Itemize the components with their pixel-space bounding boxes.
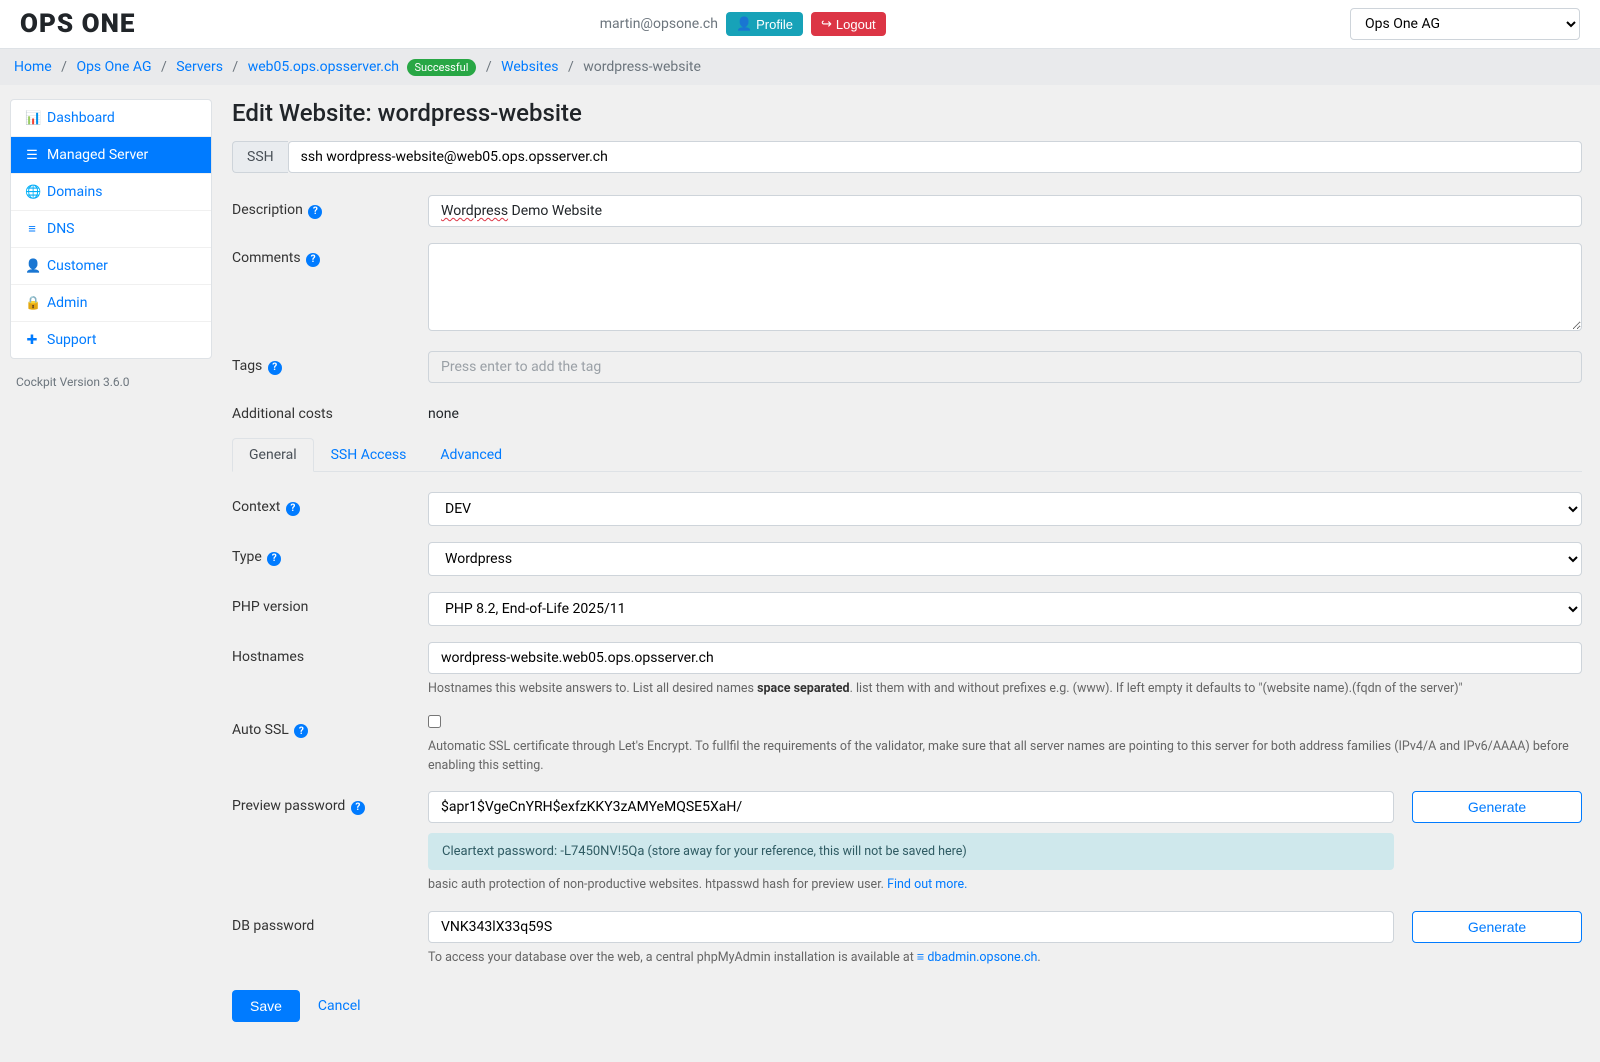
- type-select[interactable]: Wordpress: [428, 542, 1582, 576]
- db-password-input[interactable]: [428, 911, 1394, 943]
- context-select[interactable]: DEV: [428, 492, 1582, 526]
- label-preview-password: Preview password: [232, 798, 345, 814]
- label-auto-ssl: Auto SSL: [232, 722, 289, 738]
- generate-preview-button[interactable]: Generate: [1412, 791, 1582, 823]
- sidebar-item-label: Managed Server: [47, 147, 148, 163]
- help-icon[interactable]: ?: [306, 253, 320, 267]
- breadcrumb-current: wordpress-website: [583, 59, 701, 75]
- sidebar-item-customer[interactable]: 👤 Customer: [11, 248, 211, 285]
- tab-general[interactable]: General: [232, 438, 314, 472]
- breadcrumb-servers[interactable]: Servers: [176, 59, 223, 75]
- profile-label: Profile: [756, 17, 793, 32]
- save-button[interactable]: Save: [232, 990, 300, 1022]
- server-icon: ☰: [25, 148, 39, 163]
- label-php-version: PHP version: [232, 599, 308, 615]
- org-select[interactable]: Ops One AG: [1350, 8, 1580, 40]
- sidebar-item-label: Dashboard: [47, 110, 115, 126]
- additional-costs-value: none: [428, 406, 459, 422]
- profile-button[interactable]: 👤 Profile: [726, 12, 803, 36]
- preview-hint: basic auth protection of non-productive …: [428, 876, 1582, 895]
- logout-label: Logout: [836, 17, 876, 32]
- breadcrumb: Home / Ops One AG / Servers / web05.ops.…: [0, 49, 1600, 85]
- label-tags: Tags: [232, 358, 262, 374]
- breadcrumb-home[interactable]: Home: [14, 59, 52, 75]
- cancel-link[interactable]: Cancel: [318, 998, 361, 1014]
- tags-input[interactable]: [428, 351, 1582, 383]
- help-icon[interactable]: ?: [268, 361, 282, 375]
- sidebar-item-label: Admin: [47, 295, 87, 311]
- status-badge: Successful: [407, 59, 477, 76]
- generate-db-button[interactable]: Generate: [1412, 911, 1582, 943]
- help-icon[interactable]: ?: [351, 801, 365, 815]
- description-input[interactable]: [428, 195, 1582, 227]
- version-text: Cockpit Version 3.6.0: [10, 359, 212, 405]
- sidebar-item-domains[interactable]: 🌐 Domains: [11, 174, 211, 211]
- ssh-input[interactable]: [288, 141, 1582, 173]
- preview-password-input[interactable]: [428, 791, 1394, 823]
- sidebar-item-label: Domains: [47, 184, 102, 200]
- sidebar-item-support[interactable]: ✚ Support: [11, 322, 211, 358]
- sidebar-item-label: Support: [47, 332, 96, 348]
- label-comments: Comments: [232, 250, 301, 266]
- php-version-select[interactable]: PHP 8.2, End-of-Life 2025/11: [428, 592, 1582, 626]
- header: OPS ONE martin@opsone.ch 👤 Profile ↪ Log…: [0, 0, 1600, 49]
- label-db-password: DB password: [232, 918, 314, 934]
- person-icon: 👤: [25, 259, 39, 274]
- breadcrumb-websites[interactable]: Websites: [501, 59, 558, 75]
- sidebar-item-dashboard[interactable]: 📊 Dashboard: [11, 100, 211, 137]
- tab-ssh-access[interactable]: SSH Access: [314, 438, 424, 472]
- label-description: Description: [232, 202, 303, 218]
- tab-advanced[interactable]: Advanced: [423, 438, 519, 472]
- auto-ssl-checkbox[interactable]: [428, 715, 441, 728]
- help-icon[interactable]: ?: [286, 502, 300, 516]
- find-out-more-link[interactable]: Find out more.: [887, 877, 967, 892]
- sidebar-item-managed-server[interactable]: ☰ Managed Server: [11, 137, 211, 174]
- sidebar-item-label: Customer: [47, 258, 108, 274]
- gauge-icon: 📊: [25, 111, 39, 126]
- globe-icon: 🌐: [25, 185, 39, 200]
- sidebar: 📊 Dashboard ☰ Managed Server 🌐 Domains ≡…: [0, 85, 222, 1062]
- user-icon: 👤: [736, 16, 752, 32]
- page-title: Edit Website: wordpress-website: [232, 99, 1582, 127]
- user-email: martin@opsone.ch: [600, 16, 718, 32]
- database-icon: ≡: [917, 950, 927, 965]
- tabs: General SSH Access Advanced: [232, 438, 1582, 472]
- breadcrumb-server[interactable]: web05.ops.opsserver.ch: [248, 59, 399, 75]
- help-icon[interactable]: ?: [267, 552, 281, 566]
- label-hostnames: Hostnames: [232, 649, 304, 665]
- label-type: Type: [232, 549, 262, 565]
- logo: OPS ONE: [20, 9, 135, 39]
- life-ring-icon: ✚: [25, 333, 39, 348]
- ssh-addon: SSH: [232, 141, 288, 173]
- sidebar-item-dns[interactable]: ≡ DNS: [11, 211, 211, 248]
- help-icon[interactable]: ?: [308, 205, 322, 219]
- database-icon: ≡: [25, 221, 39, 237]
- auto-ssl-hint: Automatic SSL certificate through Let's …: [428, 738, 1582, 776]
- sidebar-item-label: DNS: [47, 221, 75, 237]
- hostnames-input[interactable]: [428, 642, 1582, 674]
- label-context: Context: [232, 499, 280, 515]
- help-icon[interactable]: ?: [294, 724, 308, 738]
- dbadmin-link[interactable]: dbadmin.opsone.ch: [927, 950, 1037, 965]
- sidebar-item-admin[interactable]: 🔒 Admin: [11, 285, 211, 322]
- main-content: Edit Website: wordpress-website SSH Desc…: [222, 85, 1600, 1062]
- cleartext-alert: Cleartext password: -L7450NV!5Qa (store …: [428, 833, 1394, 870]
- logout-icon: ↪: [821, 16, 832, 32]
- db-hint: To access your database over the web, a …: [428, 949, 1582, 968]
- logout-button[interactable]: ↪ Logout: [811, 12, 886, 36]
- comments-input[interactable]: [428, 243, 1582, 331]
- lock-icon: 🔒: [25, 296, 39, 311]
- hostnames-hint: Hostnames this website answers to. List …: [428, 680, 1582, 699]
- label-additional-costs: Additional costs: [232, 406, 333, 422]
- ssh-group: SSH: [232, 141, 1582, 173]
- breadcrumb-org[interactable]: Ops One AG: [76, 59, 151, 75]
